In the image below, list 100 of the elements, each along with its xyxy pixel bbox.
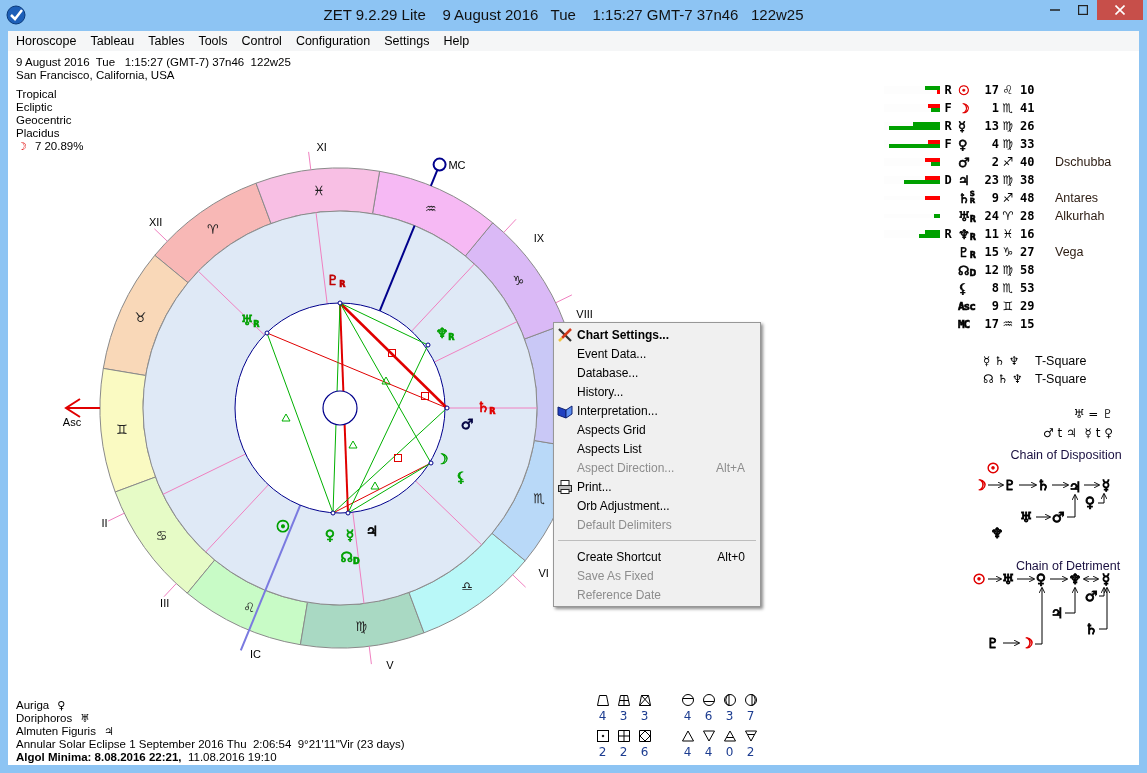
chart-setting: Geocentric xyxy=(16,114,72,127)
degree-value: 11 xyxy=(983,227,999,241)
menu-item-label: Create Shortcut xyxy=(577,549,663,564)
maximize-icon xyxy=(1078,5,1088,15)
menu-item[interactable]: Event Data... xyxy=(554,344,760,363)
planet-symbol: ☽ xyxy=(435,451,449,467)
degree-value: 17 xyxy=(983,83,999,97)
planet-symbol: ♆R xyxy=(958,226,976,242)
menu-item[interactable]: Settings xyxy=(377,32,437,50)
moon-phase: 7 20.89% xyxy=(34,140,84,153)
planet-symbol: ☿ xyxy=(958,118,966,134)
zodiac-sign: ♊ xyxy=(1001,299,1015,313)
house-label: MC xyxy=(448,159,466,171)
menu-item[interactable]: Interpretation... xyxy=(554,401,760,420)
tools-icon xyxy=(557,326,573,343)
house-label: II xyxy=(101,516,108,529)
planet-symbol: ♆$_{R}$ xyxy=(435,325,455,342)
book-icon xyxy=(557,402,573,419)
zodiac-sign: ♈ xyxy=(1001,209,1015,223)
menu-item-label: Default Delimiters xyxy=(577,517,673,532)
menu-item[interactable]: Control xyxy=(234,32,289,50)
menu-item[interactable]: Chart Settings... xyxy=(554,325,760,344)
house-label: XII xyxy=(148,215,163,228)
menu-item[interactable]: Aspects List xyxy=(554,439,760,458)
menu-item-label: Aspects Grid xyxy=(577,422,647,437)
minutes-value: 38 xyxy=(1019,173,1036,187)
window-title: ZET 9.2.29 Lite 9 August 2016 Tue 1:15:27 GMT-7 37n46 122w25 xyxy=(322,5,805,25)
degree-value: 17 xyxy=(983,317,999,331)
menu-item[interactable]: Tools xyxy=(191,32,235,50)
fixed-star-name: Antares xyxy=(1055,191,1099,205)
zodiac-sign: ♉ xyxy=(134,309,147,325)
menu-item[interactable]: Database... xyxy=(554,363,760,382)
planet-symbol: ♂ xyxy=(958,154,970,170)
triangle-bar-icon xyxy=(722,729,737,743)
aspect-pattern-label: T-Square xyxy=(1035,354,1087,368)
minutes-value: 29 xyxy=(1019,299,1036,313)
pattern-count: 0 xyxy=(725,744,734,760)
pattern-count: 4 xyxy=(704,744,713,760)
fixed-star-name: Vega xyxy=(1055,245,1084,259)
planet-symbol: ♇ xyxy=(986,635,1000,651)
planet-symbol: ♇R xyxy=(958,244,976,260)
planet-symbol: ♀ xyxy=(57,699,66,712)
menu-item[interactable]: Help xyxy=(436,32,477,50)
shortcut-label: Alt+0 xyxy=(717,549,745,564)
minutes-value: 16 xyxy=(1019,227,1036,241)
planet-symbol: ☊$_{D}$ xyxy=(340,549,360,566)
menu-item[interactable]: Tables xyxy=(141,32,192,50)
degree-value: 8 xyxy=(990,281,999,295)
app-icon[interactable] xyxy=(6,5,26,25)
menu-item[interactable]: Print... xyxy=(554,477,760,496)
planet-symbol: ♅ xyxy=(80,712,91,725)
algol-info: Algol Minima: 8.08.2016 22:21, 11.08.2016 19:10 xyxy=(16,751,277,764)
degree-value: 2 xyxy=(990,155,999,169)
pattern-count: 6 xyxy=(640,744,649,760)
menu-item-label: Reference Date xyxy=(577,587,663,602)
menu-item[interactable]: Horoscope xyxy=(9,32,84,50)
zodiac-sign: ♐ xyxy=(1001,191,1015,205)
minimize-icon xyxy=(1050,9,1060,11)
menu-item[interactable]: History... xyxy=(554,382,760,401)
planet-symbol: ♇$_{R}$ xyxy=(326,272,346,289)
planet-symbol: ♀ xyxy=(1035,571,1047,587)
menu-item[interactable]: Aspects Grid xyxy=(554,420,760,439)
menu-item[interactable]: Tableau xyxy=(83,32,142,50)
planet-symbol: ☊D xyxy=(958,262,977,278)
trapezoid-cross-icon xyxy=(616,693,631,707)
degree-value: 9 xyxy=(990,299,999,313)
minutes-value: 15 xyxy=(1019,317,1036,331)
motion-label: D xyxy=(943,173,953,187)
planet-symbol: ☿ xyxy=(1101,571,1111,587)
pattern-count: 4 xyxy=(683,708,692,724)
minutes-value: 41 xyxy=(1019,101,1036,115)
planet-symbol: ☉ xyxy=(275,516,291,536)
menu-item-label: Event Data... xyxy=(577,346,648,361)
menu-item-label: Database... xyxy=(577,365,640,380)
planet-symbol: ☉ xyxy=(958,82,970,98)
menu-item[interactable]: Orb Adjustment... xyxy=(554,496,760,515)
planet-symbol: ☉ xyxy=(986,460,1000,476)
close-icon xyxy=(1115,5,1125,15)
pattern-count: 3 xyxy=(640,708,649,724)
menu-item[interactable]: Create Shortcut Alt+0 xyxy=(554,547,760,566)
planet-symbol: ♅R xyxy=(958,208,976,224)
zodiac-sign: ♒ xyxy=(1001,317,1015,331)
circle-arc-icon xyxy=(743,693,758,707)
menu-item[interactable]: Configuration xyxy=(288,32,378,50)
pattern-count: 7 xyxy=(746,708,755,724)
pattern-count: 6 xyxy=(704,708,713,724)
arrow xyxy=(1064,586,1079,614)
reception-symbols: ♅ = ♇ xyxy=(1073,406,1113,423)
pattern-count: 2 xyxy=(746,744,755,760)
planet-symbol: ♀ xyxy=(958,136,968,152)
pattern-count: 3 xyxy=(725,708,734,724)
menu-item-label: Chart Settings... xyxy=(577,327,670,342)
planet-symbol: ♆ xyxy=(1068,571,1082,587)
planet-symbol: ♀ xyxy=(1084,494,1096,510)
circle-arc-icon xyxy=(722,693,737,707)
planet-symbol: ♅ xyxy=(1001,571,1015,587)
zodiac-sign: ♍ xyxy=(355,618,367,634)
planet-symbol: ♂ xyxy=(460,416,474,432)
eclipse-info: Annular Solar Eclipse 1 September 2016 Thu 2:06:54 9°21'11"Vir (23 days) xyxy=(16,738,405,751)
zodiac-sign: ♊ xyxy=(116,421,128,437)
